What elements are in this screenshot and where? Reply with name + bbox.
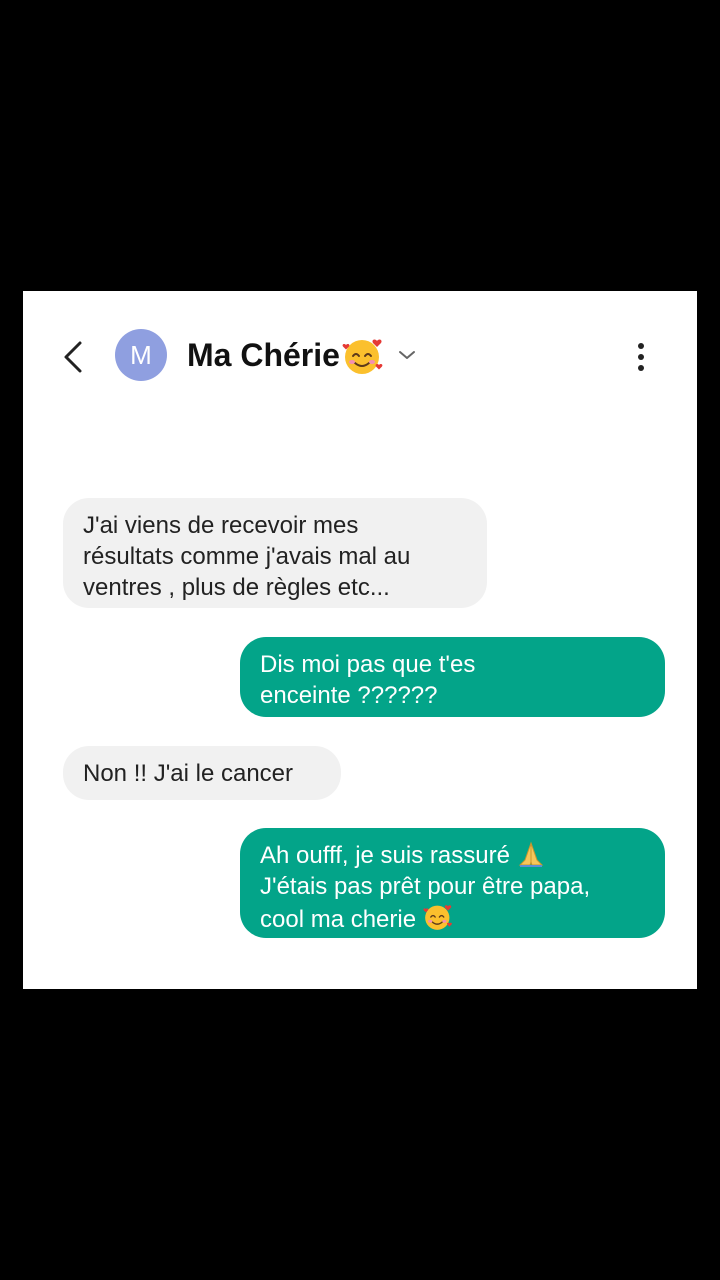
messaging-screen: M Ma Chérie J'ai viens de recevoir mes r… (23, 291, 697, 989)
smiling-face-with-hearts-emoji (423, 905, 452, 930)
folded-hands-emoji (518, 841, 544, 867)
contact-name[interactable]: Ma Chérie (187, 335, 340, 375)
conversation-header: M Ma Chérie (23, 291, 697, 421)
message-bubble-incoming[interactable]: Non !! J'ai le cancer (63, 746, 341, 800)
message-line: J'ai viens de recevoir mes (83, 512, 359, 539)
back-arrow-icon (64, 341, 82, 373)
more-options-button[interactable] (627, 337, 655, 377)
message-line: J'étais pas prêt pour être papa, (260, 873, 591, 900)
message-line-with-emoji: Ah oufff, je suis rassuré (260, 840, 645, 871)
message-line: ventres , plus de règles etc... (83, 574, 390, 601)
message-bubble-outgoing[interactable]: Ah oufff, je suis rassuré J'étais pas pr… (240, 828, 665, 938)
message-line: cool ma cherie (260, 906, 417, 933)
message-line: Non !! J'ai le cancer (83, 760, 294, 787)
more-vertical-icon (638, 343, 644, 371)
message-bubble-incoming[interactable]: J'ai viens de recevoir mes résultats com… (63, 498, 487, 608)
contact-details-dropdown[interactable] (395, 343, 419, 367)
avatar-letter: M (130, 339, 152, 370)
message-line-with-emoji: cool ma cherie (260, 902, 645, 935)
avatar[interactable]: M (115, 329, 167, 381)
message-bubble-outgoing[interactable]: Dis moi pas que t'es enceinte ?????? (240, 637, 665, 717)
message-line: Dis moi pas que t'es (260, 651, 476, 678)
message-line: Ah oufff, je suis rassuré (260, 842, 510, 869)
message-line: résultats comme j'avais mal au (83, 543, 411, 570)
chevron-down-icon (399, 351, 415, 359)
back-button[interactable] (55, 337, 91, 377)
message-line: enceinte ?????? (260, 682, 438, 709)
smiling-face-with-hearts-emoji (342, 339, 383, 374)
